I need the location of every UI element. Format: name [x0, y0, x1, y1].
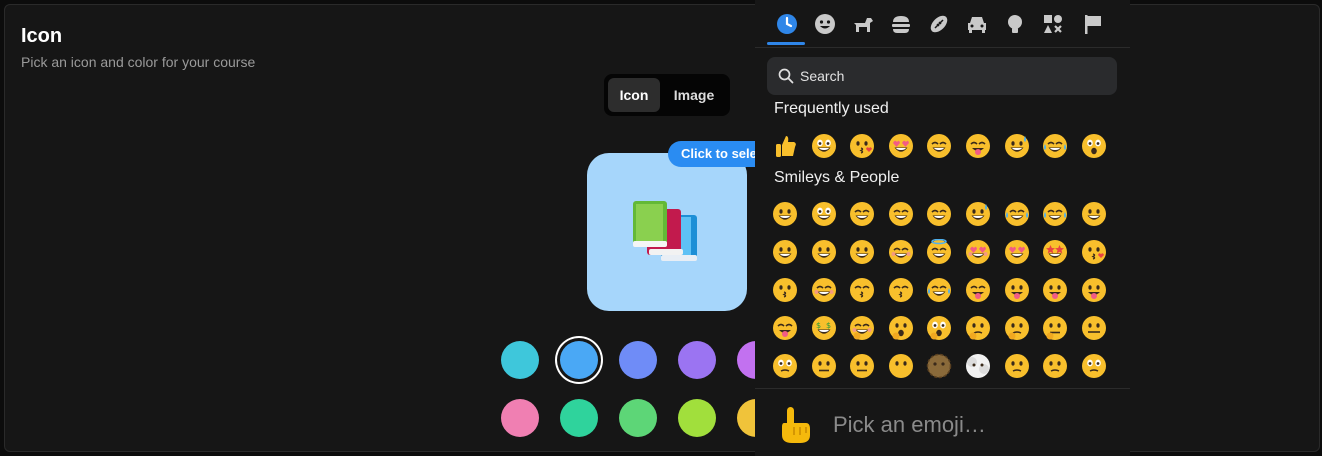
- emoji-scream[interactable]: [1081, 133, 1107, 159]
- clock-icon[interactable]: [775, 12, 799, 36]
- emoji-slight-smile[interactable]: [1081, 201, 1107, 227]
- color-swatch[interactable]: [678, 399, 716, 437]
- emoji-rofl[interactable]: [1004, 201, 1030, 227]
- flag-icon[interactable]: [1081, 12, 1105, 36]
- emoji-upside-down[interactable]: [772, 239, 798, 265]
- animal-icon[interactable]: [851, 12, 875, 36]
- lightbulb-icon[interactable]: [1003, 12, 1027, 36]
- emoji-shushing[interactable]: [965, 315, 991, 341]
- emoji-unamused[interactable]: [1042, 353, 1068, 379]
- emoji-sweat-smile[interactable]: [965, 201, 991, 227]
- emoji-open-eyes-hand[interactable]: [926, 315, 952, 341]
- emoji-money-mouth[interactable]: $ $: [811, 315, 837, 341]
- emoji-grinning[interactable]: [772, 201, 798, 227]
- active-category-indicator: [767, 42, 805, 45]
- food-icon[interactable]: [889, 12, 913, 36]
- emoji-smirk[interactable]: [1004, 353, 1030, 379]
- emoji-zany[interactable]: [1081, 277, 1107, 303]
- emoji-wink[interactable]: [849, 239, 875, 265]
- emoji-star-struck[interactable]: [1042, 239, 1068, 265]
- emoji-kissing-heart[interactable]: [849, 133, 875, 159]
- emoji-picker: Search Frequently used Smileys & People …: [755, 0, 1130, 456]
- emoji-joy[interactable]: [1042, 133, 1068, 159]
- emoji-sweat-smile[interactable]: [1004, 133, 1030, 159]
- emoji-squinting[interactable]: [926, 201, 952, 227]
- color-swatch[interactable]: [619, 399, 657, 437]
- emoji-no-mouth[interactable]: [888, 353, 914, 379]
- emoji-kissing-heart[interactable]: [1081, 239, 1107, 265]
- emoji-relaxed[interactable]: [811, 277, 837, 303]
- emoji-neutral[interactable]: [811, 353, 837, 379]
- emoji-blush[interactable]: [888, 239, 914, 265]
- emoji-yum[interactable]: [965, 133, 991, 159]
- emoji-thumbs-up[interactable]: [772, 133, 798, 159]
- emoji-search-input[interactable]: Search: [767, 57, 1117, 95]
- emoji-squint-tongue[interactable]: [772, 315, 798, 341]
- section-title: Icon: [21, 25, 63, 47]
- emoji-saluting[interactable]: [1042, 315, 1068, 341]
- emoji-thinking[interactable]: [1004, 315, 1030, 341]
- footer-placeholder: Pick an emoji…: [833, 412, 986, 437]
- emoji-halo[interactable]: [926, 239, 952, 265]
- emoji-smiling-hearts[interactable]: [965, 239, 991, 265]
- emoji-hand-over-mouth[interactable]: [888, 315, 914, 341]
- category-bar: [755, 0, 1130, 48]
- emoji-rolling-eyes[interactable]: [1081, 353, 1107, 379]
- section-frequently-used: Frequently used: [774, 100, 889, 117]
- tab-image[interactable]: Image: [662, 78, 726, 112]
- color-swatch[interactable]: [501, 341, 539, 379]
- color-swatch[interactable]: [560, 399, 598, 437]
- emoji-squinting-laugh[interactable]: [926, 133, 952, 159]
- emoji-grinning-big-eyes[interactable]: [811, 133, 837, 159]
- emoji-dotted-line[interactable]: [926, 353, 952, 379]
- color-swatch[interactable]: [678, 341, 716, 379]
- emoji-kissing-smiling[interactable]: [888, 277, 914, 303]
- emoji-tongue[interactable]: [1004, 277, 1030, 303]
- pointing-up-icon: [782, 407, 810, 443]
- section-subtitle: Pick an icon and color for your course: [21, 54, 256, 70]
- emoji-grinning-big-eyes[interactable]: [811, 201, 837, 227]
- emoji-yum[interactable]: [965, 277, 991, 303]
- tab-icon[interactable]: Icon: [608, 78, 660, 112]
- emoji-melting[interactable]: [811, 239, 837, 265]
- car-icon[interactable]: [965, 12, 989, 36]
- icon-preview[interactable]: [587, 153, 747, 311]
- emoji-tongue-wink[interactable]: [1042, 277, 1068, 303]
- emoji-beaming[interactable]: [888, 201, 914, 227]
- emoji-face-in-clouds[interactable]: [965, 353, 991, 379]
- color-swatch[interactable]: [619, 341, 657, 379]
- emoji-zipper-mouth[interactable]: [1081, 315, 1107, 341]
- svg-text:$: $: [816, 321, 821, 330]
- color-swatch-selected[interactable]: [560, 341, 598, 379]
- search-icon: [778, 68, 794, 84]
- emoji-kissing-closed[interactable]: [849, 277, 875, 303]
- symbols-icon[interactable]: [1041, 12, 1065, 36]
- emoji-kissing[interactable]: [772, 277, 798, 303]
- emoji-heart-eyes[interactable]: [1004, 239, 1030, 265]
- books-icon: [633, 201, 697, 261]
- activity-icon[interactable]: [927, 12, 951, 36]
- search-placeholder: Search: [800, 68, 845, 84]
- color-swatch[interactable]: [501, 399, 539, 437]
- smiley-icon[interactable]: [813, 12, 837, 36]
- emoji-heart-eyes[interactable]: [888, 133, 914, 159]
- emoji-expressionless[interactable]: [849, 353, 875, 379]
- emoji-joy[interactable]: [1042, 201, 1068, 227]
- emoji-tear-smile[interactable]: [926, 277, 952, 303]
- click-to-select-tooltip: Click to select: [668, 141, 768, 167]
- emoji-raised-eyebrow[interactable]: [772, 353, 798, 379]
- emoji-preview-footer: Pick an emoji…: [755, 388, 1130, 456]
- section-smileys-people: Smileys & People: [774, 169, 900, 186]
- emoji-grin-smile-eyes[interactable]: [849, 201, 875, 227]
- emoji-hugging[interactable]: [849, 315, 875, 341]
- svg-text:$: $: [826, 321, 831, 330]
- icon-image-toggle: Icon Image: [604, 74, 730, 116]
